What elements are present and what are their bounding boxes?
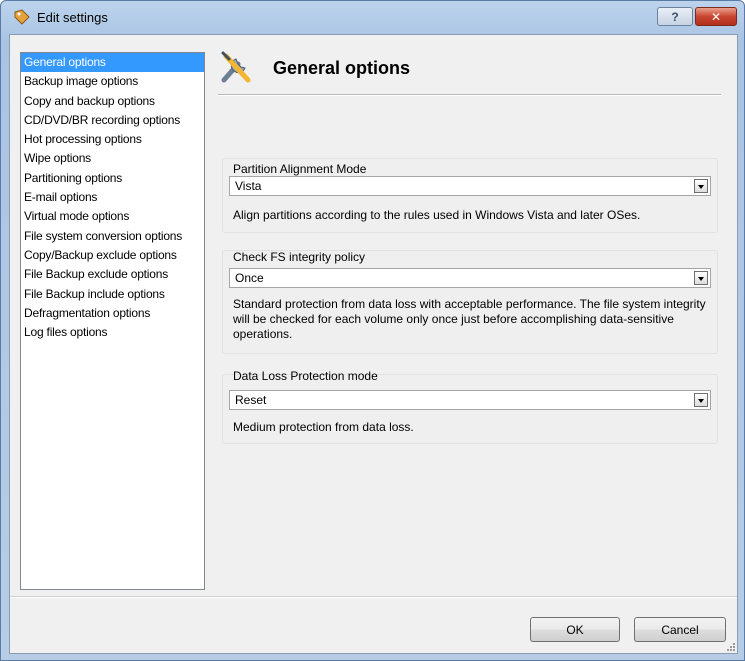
data-loss-protection-group: Data Loss Protection mode Reset Medium p… [222, 369, 718, 444]
data-loss-protection-description: Medium protection from data loss. [233, 420, 414, 434]
data-loss-protection-label: Data Loss Protection mode [233, 369, 378, 383]
partition-alignment-group: Partition Alignment Mode Vista Align par… [222, 158, 718, 233]
nav-item[interactable]: Log files options [21, 323, 204, 342]
nav-item[interactable]: Backup image options [21, 72, 204, 91]
tag-icon [14, 9, 30, 25]
nav-item[interactable]: File system conversion options [21, 227, 204, 246]
nav-item[interactable]: E-mail options [21, 188, 204, 207]
header-divider [218, 94, 721, 96]
nav-item[interactable]: Partitioning options [21, 169, 204, 188]
nav-item[interactable]: General options [21, 53, 204, 73]
nav-item[interactable]: Wipe options [21, 149, 204, 168]
cancel-button[interactable]: Cancel [634, 617, 726, 642]
partition-alignment-label: Partition Alignment Mode [233, 162, 367, 176]
footer-divider [10, 596, 737, 598]
dialog-body: General options Backup image options Copy … [9, 34, 738, 654]
close-button[interactable]: ✕ [695, 7, 737, 26]
partition-alignment-value: Vista [235, 179, 262, 193]
title-bar[interactable]: Edit settings ? ✕ [1, 1, 744, 35]
fs-integrity-value: Once [235, 271, 264, 285]
settings-category-list[interactable]: General options Backup image options Copy … [20, 52, 205, 590]
help-button[interactable]: ? [657, 7, 693, 26]
nav-item[interactable]: File Backup exclude options [21, 265, 204, 284]
chevron-down-icon[interactable] [694, 179, 708, 193]
nav-item[interactable]: CD/DVD/BR recording options [21, 111, 204, 130]
nav-item[interactable]: File Backup include options [21, 285, 204, 304]
nav-item[interactable]: Defragmentation options [21, 304, 204, 323]
tools-icon [221, 51, 251, 83]
fs-integrity-description: Standard protection from data loss with … [233, 297, 706, 341]
partition-alignment-description: Align partitions according to the rules … [233, 208, 641, 222]
nav-item[interactable]: Copy/Backup exclude options [21, 246, 204, 265]
data-loss-protection-select[interactable]: Reset [229, 390, 711, 410]
ok-button[interactable]: OK [530, 617, 620, 642]
fs-integrity-group: Check FS integrity policy Once Standard … [222, 250, 718, 354]
resize-grip-icon[interactable] [725, 641, 735, 651]
nav-item[interactable]: Virtual mode options [21, 207, 204, 226]
data-loss-protection-value: Reset [235, 393, 267, 407]
partition-alignment-select[interactable]: Vista [229, 176, 711, 196]
fs-integrity-label: Check FS integrity policy [233, 250, 366, 264]
window-title: Edit settings [37, 10, 108, 25]
edit-settings-window: Edit settings ? ✕ General options Backup … [0, 0, 745, 661]
nav-item[interactable]: Hot processing options [21, 130, 204, 149]
fs-integrity-select[interactable]: Once [229, 268, 711, 288]
chevron-down-icon[interactable] [694, 393, 708, 407]
page-title: General options [273, 58, 411, 78]
nav-item[interactable]: Copy and backup options [21, 92, 204, 111]
chevron-down-icon[interactable] [694, 271, 708, 285]
